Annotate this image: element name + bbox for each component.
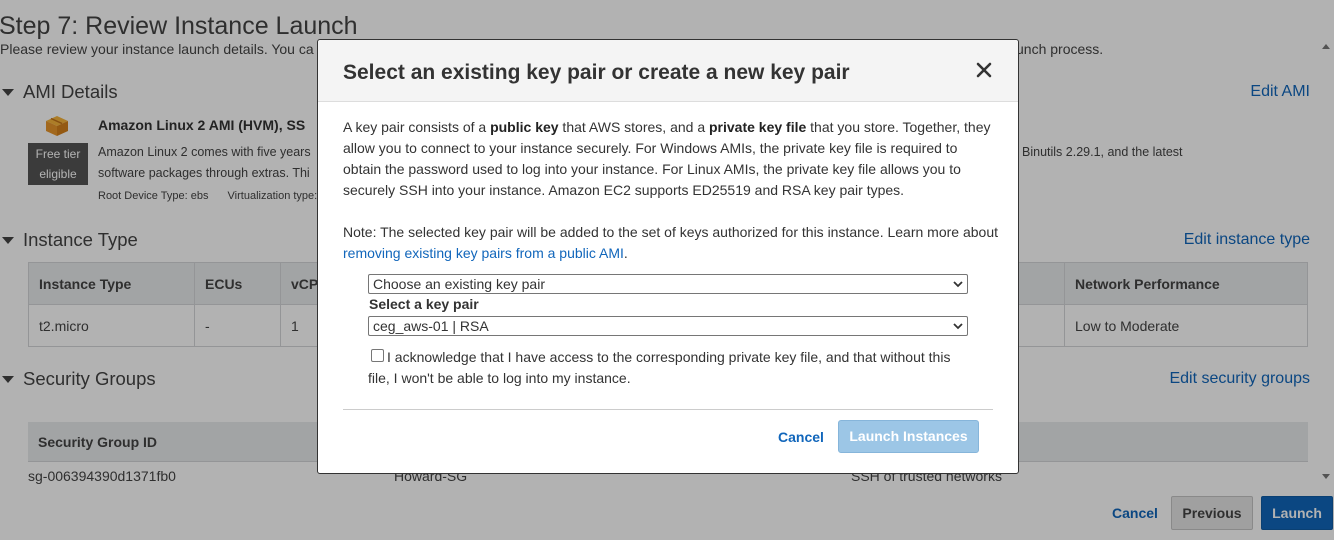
key-pair-dialog: Select an existing key pair or create a …	[317, 39, 1019, 474]
close-icon[interactable]	[976, 62, 992, 78]
chevron-down-icon	[953, 281, 963, 288]
launch-instances-button[interactable]: Launch Instances	[838, 420, 979, 453]
explanation-public-key: public key	[490, 119, 559, 135]
dialog-cancel-button[interactable]: Cancel	[778, 429, 824, 445]
key-pair-option-value: Choose an existing key pair	[373, 276, 545, 292]
dialog-header: Select an existing key pair or create a …	[318, 40, 1018, 102]
key-pair-option-select[interactable]: Choose an existing key pair	[368, 274, 968, 294]
explanation-part-2: that AWS stores, and a	[558, 119, 709, 135]
dialog-explanation: A key pair consists of a public key that…	[343, 117, 998, 201]
note-end: .	[623, 245, 628, 261]
key-pair-value: ceg_aws-01 | RSA	[373, 318, 489, 334]
chevron-down-icon	[953, 323, 963, 330]
key-pair-select[interactable]: ceg_aws-01 | RSA	[368, 316, 968, 336]
remove-key-pairs-link[interactable]: removing existing key pairs from a publi…	[343, 245, 624, 261]
dialog-note: Note: The selected key pair will be adde…	[343, 222, 998, 264]
explanation-private-key: private key file	[709, 119, 807, 135]
select-key-pair-label: Select a key pair	[369, 296, 479, 312]
acknowledge-label: I acknowledge that I have access to the …	[368, 349, 951, 386]
note-text: Note: The selected key pair will be adde…	[343, 224, 999, 240]
dialog-title: Select an existing key pair or create a …	[343, 61, 850, 84]
dialog-divider	[343, 409, 993, 410]
explanation-part-1: A key pair consists of a	[343, 119, 491, 135]
